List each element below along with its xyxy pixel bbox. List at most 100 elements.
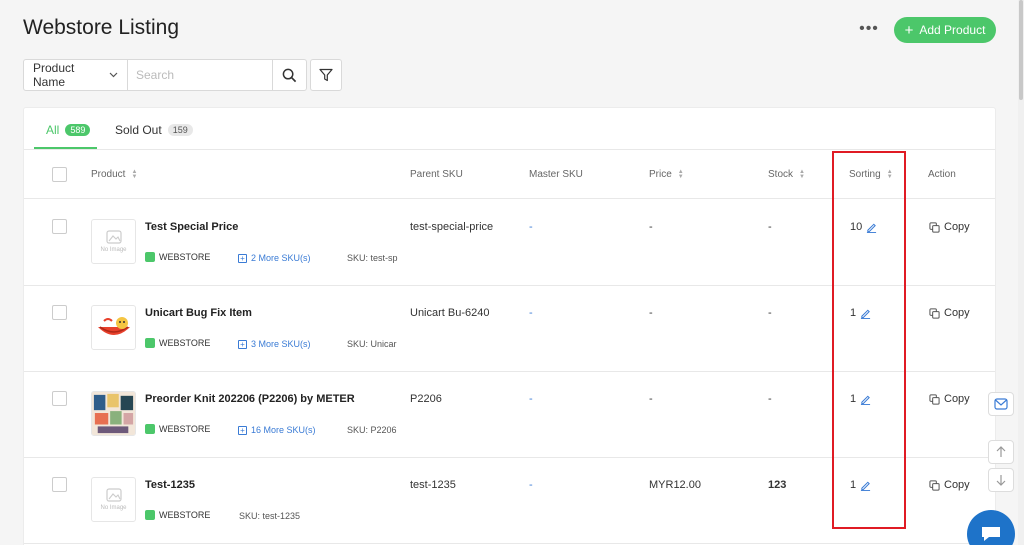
- parent-sku: P2206: [410, 393, 442, 405]
- tab-all-label: All: [46, 123, 60, 137]
- product-image-placeholder: No Image: [91, 477, 136, 522]
- sorting-number: 10: [850, 221, 863, 233]
- master-sku[interactable]: -: [529, 307, 533, 319]
- table-header: Product ▲ ▼ Parent SKU Master SKU Price ▲…: [24, 150, 995, 199]
- price: -: [649, 393, 653, 405]
- more-sku-label: 2 More SKU(s): [251, 253, 311, 263]
- sort-icon: ▲ ▼: [131, 168, 138, 180]
- tab-all[interactable]: All 589: [46, 123, 91, 137]
- more-options-button[interactable]: •••: [856, 18, 882, 40]
- copy-button[interactable]: Copy: [929, 393, 970, 405]
- chevron-down-icon: [109, 70, 118, 80]
- table-row: Preorder Knit 202206 (P2206) by METER WE…: [24, 372, 995, 458]
- more-sku-link[interactable]: +16 More SKU(s): [238, 425, 316, 435]
- product-image-placeholder: No Image: [91, 219, 136, 264]
- edit-icon[interactable]: [860, 308, 871, 319]
- product-name[interactable]: Test-1235: [145, 479, 195, 491]
- product-image: [91, 391, 136, 436]
- stock: 123: [768, 479, 787, 491]
- tab-sold-out-count: 159: [167, 124, 193, 136]
- row-checkbox[interactable]: [52, 477, 67, 492]
- select-all-checkbox[interactable]: [52, 167, 67, 182]
- copy-button[interactable]: Copy: [929, 479, 970, 491]
- product-name[interactable]: Test Special Price: [145, 221, 238, 233]
- sort-icon: ▲ ▼: [677, 168, 684, 180]
- search-icon: [282, 68, 297, 82]
- column-sorting[interactable]: Sorting ▲ ▼: [849, 169, 893, 181]
- scroll-up-button[interactable]: [988, 440, 1014, 464]
- master-sku[interactable]: -: [529, 479, 533, 491]
- plus-square-icon: +: [238, 425, 247, 435]
- search-input[interactable]: [128, 60, 272, 90]
- store-tag: WEBSTORE: [145, 252, 210, 262]
- chat-icon: [982, 527, 1000, 541]
- store-label: WEBSTORE: [159, 424, 211, 434]
- tab-sold-out[interactable]: Sold Out 159: [115, 123, 193, 137]
- column-parent-sku-label: Parent SKU: [410, 169, 463, 180]
- filter-button[interactable]: [310, 59, 342, 91]
- chat-button[interactable]: [967, 510, 1015, 545]
- column-product[interactable]: Product ▲ ▼: [91, 168, 138, 181]
- copy-label: Copy: [944, 221, 970, 233]
- sorting-number: 1: [850, 307, 857, 319]
- more-sku-link[interactable]: +2 More SKU(s): [238, 253, 311, 263]
- copy-button[interactable]: Copy: [929, 307, 970, 319]
- table-row: No Image Test-1235 WEBSTORE SKU: test-12…: [24, 458, 995, 544]
- store-tag: WEBSTORE: [145, 424, 210, 434]
- sorting-value: 1: [850, 307, 871, 319]
- column-price[interactable]: Price ▲ ▼: [649, 168, 684, 181]
- edit-icon[interactable]: [866, 222, 877, 233]
- product-name[interactable]: Unicart Bug Fix Item: [145, 307, 252, 319]
- edit-icon[interactable]: [860, 480, 871, 491]
- row-checkbox[interactable]: [52, 219, 67, 234]
- image-icon: [105, 488, 122, 502]
- parent-sku: Unicart Bu-6240: [410, 307, 490, 319]
- sorting-number: 1: [850, 393, 857, 405]
- copy-label: Copy: [944, 393, 970, 405]
- page-scrollbar[interactable]: [1018, 0, 1024, 545]
- edit-icon[interactable]: [860, 394, 871, 405]
- scroll-down-button[interactable]: [988, 468, 1014, 492]
- price: MYR12.00: [649, 479, 701, 491]
- sku-text: SKU: test-sp: [347, 253, 398, 263]
- master-sku[interactable]: -: [529, 393, 533, 405]
- sort-icon: ▲ ▼: [799, 168, 805, 180]
- parent-sku: test-special-price: [410, 221, 494, 233]
- row-checkbox[interactable]: [52, 391, 67, 406]
- column-product-label: Product: [91, 169, 126, 180]
- row-checkbox[interactable]: [52, 305, 67, 320]
- search-field-select[interactable]: Product Name: [24, 60, 128, 90]
- scrollbar-thumb[interactable]: [1019, 0, 1023, 100]
- plus-square-icon: +: [238, 339, 247, 349]
- copy-label: Copy: [944, 307, 970, 319]
- column-price-label: Price: [649, 169, 672, 180]
- store-label: WEBSTORE: [159, 252, 211, 262]
- sorting-value: 1: [850, 393, 871, 405]
- page-title: Webstore Listing: [23, 16, 180, 39]
- tabs: All 589 Sold Out 159: [24, 108, 995, 150]
- product-thumbnail: [97, 316, 130, 335]
- message-button[interactable]: [988, 392, 1014, 416]
- stock: -: [768, 307, 772, 319]
- store-label: WEBSTORE: [159, 510, 211, 520]
- table-row: Unicart Bug Fix Item WEBSTORE +3 More SK…: [24, 286, 995, 372]
- sku-text: SKU: Unicar: [347, 339, 397, 349]
- price: -: [649, 307, 653, 319]
- column-sorting-label: Sorting: [849, 169, 881, 180]
- tab-all-count: 589: [65, 124, 91, 136]
- add-product-button[interactable]: + Add Product: [894, 17, 996, 43]
- search-button[interactable]: [272, 60, 306, 90]
- master-sku[interactable]: -: [529, 221, 533, 233]
- product-name[interactable]: Preorder Knit 202206 (P2206) by METER: [145, 393, 355, 405]
- column-stock[interactable]: Stock ▲ ▼: [768, 168, 805, 181]
- sku-text: SKU: P2206: [347, 425, 397, 435]
- plus-icon: +: [904, 21, 914, 39]
- sorting-value: 1: [850, 479, 871, 491]
- more-sku-label: 3 More SKU(s): [251, 339, 311, 349]
- more-sku-link[interactable]: +3 More SKU(s): [238, 339, 311, 349]
- sku-text: SKU: test-1235: [239, 511, 301, 521]
- store-label: WEBSTORE: [159, 338, 211, 348]
- sorting-number: 1: [850, 479, 857, 491]
- listing-card: All 589 Sold Out 159 Product ▲ ▼ Parent S…: [23, 107, 996, 545]
- copy-button[interactable]: Copy: [929, 221, 970, 233]
